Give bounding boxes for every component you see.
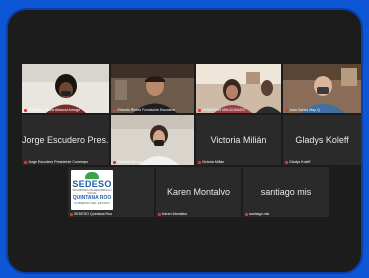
participant-label: SEDESO Quintana Roo [70, 212, 112, 216]
video-tile-orlando[interactable]: Orlando Rivero Fundación Escudero [111, 64, 194, 113]
mic-muted-icon [285, 160, 288, 164]
participant-name: SEDESO Quintana Roo [74, 212, 113, 216]
video-tile-santiago[interactable]: santiago mis santiago mis [243, 167, 329, 217]
participant-name: Gladys Koleff [289, 160, 311, 164]
logo-tag: GOBIERNO DEL ESTADO [74, 201, 110, 205]
participant-label: Gladys Koleff [285, 160, 310, 164]
video-tile-victoria[interactable]: Victoria Milián Victoria Milián [196, 115, 281, 165]
participant-name-center: Gladys Koleff [295, 135, 349, 145]
participant-name: Victoria Milián [202, 160, 225, 164]
participant-name: santiago mis [249, 212, 270, 216]
participant-video-jonathan [196, 64, 281, 113]
mic-muted-icon [198, 160, 201, 164]
participant-label: Jorge Escudero Presidente Coneeqro [24, 160, 88, 164]
participant-name: Karen Montalvo [162, 212, 188, 216]
participant-name-center: Jorge Escudero Pres... [22, 135, 109, 145]
video-tile-yolanda[interactable]: Yolanda Nieves [111, 115, 194, 165]
sedeso-logo: SEDESO SECRETARÍA DE DESARROLLO SOCIAL Q… [71, 170, 113, 210]
mic-muted-icon [24, 160, 27, 164]
participant-video-yolanda [111, 115, 194, 165]
video-grid: SEDESO_Maria Abascal Adrego Orlando Rive… [16, 60, 361, 228]
participant-name: JONATHAN MALDONADO [202, 108, 246, 112]
participant-name-center: santiago mis [260, 187, 312, 197]
participant-label: Karen Montalvo [158, 212, 187, 216]
participant-label: Yolanda Nieves [113, 160, 142, 164]
video-tile-jorge[interactable]: Jorge Escudero Pres... Jorge Escudero Pr… [22, 115, 109, 165]
mic-muted-icon [113, 108, 116, 112]
participant-label: Juan Carlos May Q [285, 108, 320, 112]
mic-muted-icon [285, 108, 288, 112]
participant-name: SEDESO_Maria Abascal Adrego [28, 108, 80, 112]
video-tile-juan-carlos[interactable]: Juan Carlos May Q [283, 64, 361, 113]
participant-name-center: Victoria Milián [210, 135, 267, 145]
video-tile-karen[interactable]: Karen Montalvo Karen Montalvo [156, 167, 241, 217]
mic-muted-icon [245, 212, 248, 216]
device-frame: SEDESO_Maria Abascal Adrego Orlando Rive… [6, 8, 363, 274]
mic-muted-icon [113, 160, 116, 164]
logo-title: SEDESO [72, 179, 112, 189]
mic-muted-icon [158, 212, 161, 216]
video-tile-gladys[interactable]: Gladys Koleff Gladys Koleff [283, 115, 361, 165]
mic-muted-icon [198, 108, 201, 112]
participant-video-maria [22, 64, 109, 113]
participant-label: santiago mis [245, 212, 269, 216]
video-tile-jonathan[interactable]: JONATHAN MALDONADO [196, 64, 281, 113]
participant-label: Victoria Milián [198, 160, 224, 164]
participant-video-orlando [111, 64, 194, 113]
participant-label: JONATHAN MALDONADO [198, 108, 245, 112]
video-tile-sedeso[interactable]: SEDESO SECRETARÍA DE DESARROLLO SOCIAL Q… [68, 167, 154, 217]
participant-label: Orlando Rivero Fundación Escudero [113, 108, 175, 112]
participant-name: Jorge Escudero Presidente Coneeqro [28, 160, 89, 164]
participant-label: SEDESO_Maria Abascal Adrego [24, 108, 80, 112]
mic-muted-icon [70, 212, 73, 216]
participant-name: Juan Carlos May Q [289, 108, 320, 112]
participant-name: Yolanda Nieves [117, 160, 142, 164]
logo-emblem-icon [85, 172, 99, 179]
video-tile-maria[interactable]: SEDESO_Maria Abascal Adrego [22, 64, 109, 113]
mic-muted-icon [24, 108, 27, 112]
participant-video-juan-carlos [283, 64, 361, 113]
participant-name: Orlando Rivero Fundación Escudero [117, 108, 176, 112]
participant-name-center: Karen Montalvo [166, 187, 231, 197]
